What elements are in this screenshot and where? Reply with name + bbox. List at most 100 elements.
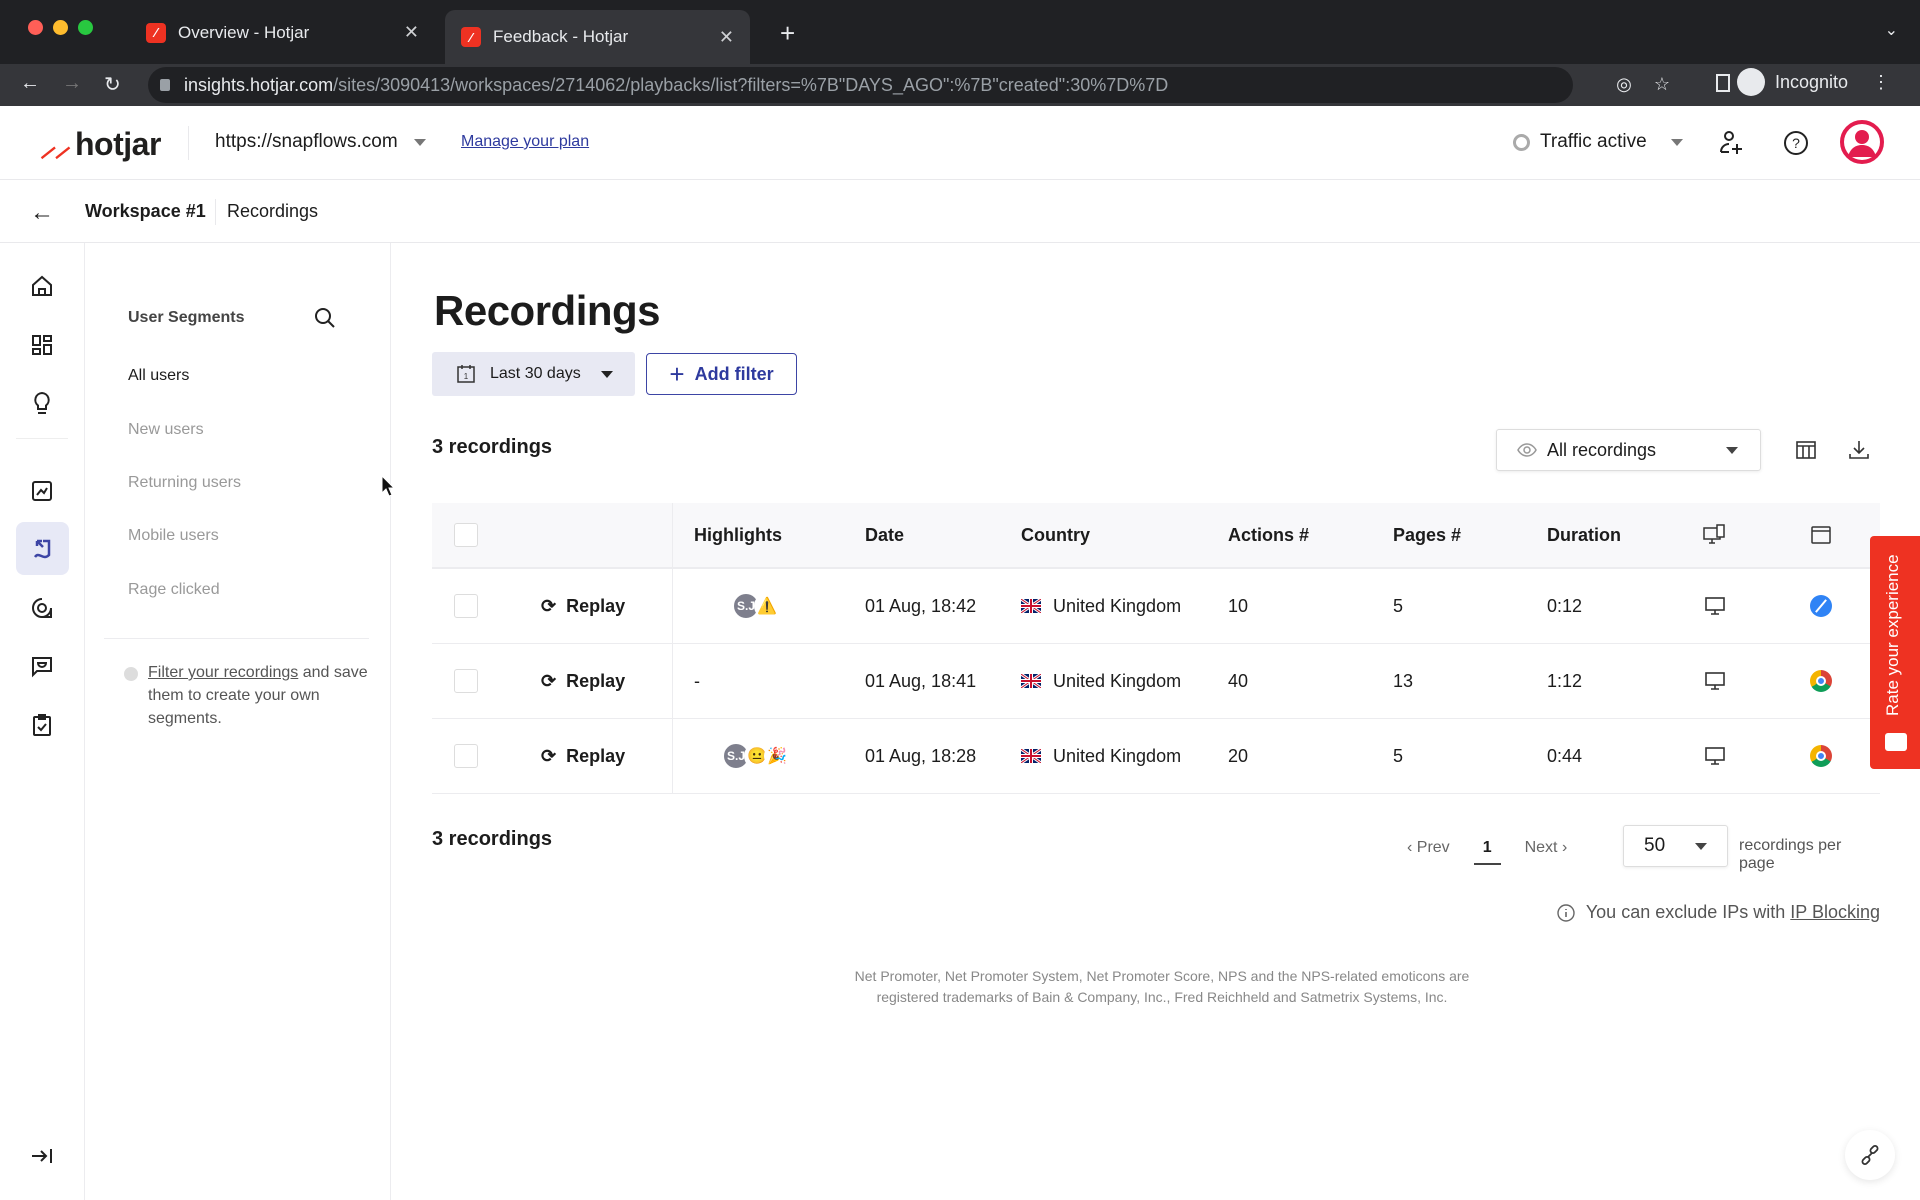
columns-icon[interactable]: [1795, 439, 1817, 461]
feedback-icon[interactable]: [22, 646, 62, 686]
add-filter-button[interactable]: + Add filter: [646, 353, 797, 395]
manage-plan-link[interactable]: Manage your plan: [461, 133, 589, 151]
close-tab-icon[interactable]: ✕: [404, 22, 419, 43]
highlights-cell[interactable]: S.J 😐 🎉: [722, 719, 790, 793]
row-checkbox[interactable]: [454, 569, 478, 643]
column-highlights[interactable]: Highlights: [694, 503, 782, 567]
close-tab-icon[interactable]: ✕: [719, 27, 734, 48]
url-path: /sites/3090413/workspaces/2714062/playba…: [333, 74, 1169, 95]
browser-column-icon[interactable]: [1810, 503, 1832, 567]
browser-tab-overview[interactable]: ⁄ Overview - Hotjar ✕: [130, 10, 435, 55]
browser-tab-feedback[interactable]: ⁄ Feedback - Hotjar ✕: [445, 10, 750, 64]
select-all-checkbox[interactable]: [454, 503, 478, 567]
icon-rail: [0, 243, 85, 1200]
reload-icon[interactable]: ↻: [104, 72, 121, 97]
back-arrow-icon[interactable]: ←: [30, 199, 54, 227]
replay-icon: ⟳: [541, 670, 557, 691]
legal-line-1: Net Promoter, Net Promoter System, Net P…: [854, 968, 1470, 984]
dashboards-icon[interactable]: [22, 325, 62, 365]
site-url: https://snapflows.com: [215, 131, 398, 152]
replay-button[interactable]: ⟳ Replay: [541, 644, 625, 718]
ip-blocking-link[interactable]: IP Blocking: [1790, 902, 1880, 922]
url-field[interactable]: insights.hotjar.com/sites/3090413/worksp…: [148, 67, 1573, 103]
plus-icon: +: [669, 359, 685, 389]
row-actions: 20: [1228, 745, 1249, 766]
recordings-icon[interactable]: [16, 522, 69, 575]
home-icon[interactable]: [22, 266, 62, 306]
column-pages[interactable]: Pages #: [1393, 503, 1461, 567]
table-row[interactable]: ⟳ Replay - 01 Aug, 18:41 United Kingdom 4…: [432, 644, 1880, 719]
country-name: United Kingdom: [1053, 745, 1182, 766]
segment-rage-clicked[interactable]: Rage clicked: [128, 581, 220, 599]
user-avatar[interactable]: [1840, 120, 1884, 164]
site-selector[interactable]: https://snapflows.com: [215, 131, 426, 153]
highlights-icon[interactable]: [22, 383, 62, 423]
hotjar-logo[interactable]: ⸝⸝ hotjar: [40, 124, 161, 165]
replay-button[interactable]: ⟳ Replay: [541, 719, 625, 793]
share-link-button[interactable]: [1845, 1130, 1895, 1180]
download-icon[interactable]: [1848, 439, 1870, 461]
help-icon[interactable]: ?: [1783, 130, 1809, 156]
highlights-cell[interactable]: S.J ⚠️: [732, 569, 780, 643]
new-tab-button[interactable]: +: [780, 18, 795, 49]
table-row[interactable]: ⟳ Replay S.J ⚠️ 01 Aug, 18:42 United King…: [432, 569, 1880, 644]
search-icon[interactable]: [314, 307, 336, 329]
device-column-icon[interactable]: [1703, 503, 1727, 567]
expand-sidebar-icon[interactable]: [30, 1146, 54, 1166]
segment-new-users[interactable]: New users: [128, 421, 204, 439]
date-range-dropdown[interactable]: 1 Last 30 days: [432, 352, 635, 396]
segments-heading: User Segments: [128, 309, 245, 326]
back-icon[interactable]: ←: [20, 72, 40, 95]
row-country: United Kingdom: [1021, 719, 1181, 793]
column-actions[interactable]: Actions #: [1228, 503, 1309, 567]
party-popper-icon: 🎉: [764, 743, 790, 769]
chevron-down-icon: [600, 370, 613, 378]
rate-experience-widget[interactable]: Rate your experience: [1870, 536, 1920, 769]
per-page-dropdown[interactable]: 50: [1623, 825, 1728, 867]
country-name: United Kingdom: [1053, 595, 1182, 616]
row-date: 01 Aug, 18:41: [865, 670, 977, 691]
current-page[interactable]: 1: [1473, 839, 1501, 865]
prev-page-button[interactable]: ‹ Prev: [1407, 839, 1450, 857]
minimize-window-button[interactable]: [53, 20, 68, 35]
next-page-button[interactable]: Next ›: [1525, 839, 1568, 857]
segment-mobile-users[interactable]: Mobile users: [128, 527, 219, 545]
pagination: ‹ Prev 1 Next ›: [1407, 835, 1568, 865]
browser-menu-icon[interactable]: ⋮: [1872, 72, 1890, 93]
invite-user-icon[interactable]: [1718, 130, 1746, 156]
link-icon: [1861, 1145, 1879, 1165]
traffic-status-dropdown[interactable]: Traffic active: [1513, 131, 1683, 153]
filter-recordings-link[interactable]: Filter your recordings: [148, 664, 298, 681]
tab-search-chevron-icon[interactable]: ⌄: [1885, 20, 1898, 40]
profile-button[interactable]: Incognito ⋮: [1736, 68, 1890, 96]
surveys-icon[interactable]: [22, 588, 62, 628]
row-pages: 5: [1393, 745, 1404, 766]
next-label: Next: [1524, 839, 1558, 856]
recordings-view-dropdown[interactable]: All recordings: [1496, 429, 1761, 471]
tasks-icon[interactable]: [22, 705, 62, 745]
maximize-window-button[interactable]: [78, 20, 93, 35]
add-filter-label: Add filter: [694, 363, 774, 384]
table-row[interactable]: ⟳ Replay S.J 😐 🎉 01 Aug, 18:28 United Kin…: [432, 719, 1880, 794]
replay-label: Replay: [566, 595, 626, 616]
column-duration[interactable]: Duration: [1547, 503, 1621, 567]
segment-returning-users[interactable]: Returning users: [128, 474, 241, 492]
segment-all-users[interactable]: All users: [128, 367, 189, 385]
column-country[interactable]: Country: [1021, 503, 1090, 567]
close-window-button[interactable]: [28, 20, 43, 35]
app-header: ⸝⸝ hotjar https://snapflows.com Manage y…: [0, 106, 1920, 180]
chevron-down-icon: [1726, 446, 1738, 454]
replay-button[interactable]: ⟳ Replay: [541, 569, 625, 643]
tracking-off-icon[interactable]: ◎: [1616, 74, 1632, 95]
breadcrumb-workspace[interactable]: Workspace #1: [85, 201, 206, 222]
row-checkbox[interactable]: [454, 644, 478, 718]
mouse-cursor-icon: [381, 475, 395, 497]
column-date[interactable]: Date: [865, 503, 904, 567]
bookmark-star-icon[interactable]: ☆: [1654, 74, 1670, 95]
hotjar-favicon-icon: ⁄: [461, 27, 481, 47]
side-panel-icon[interactable]: [1716, 74, 1730, 92]
row-checkbox[interactable]: [454, 719, 478, 793]
status-ring-icon: [1513, 133, 1530, 151]
forward-icon[interactable]: →: [62, 72, 82, 95]
trends-icon[interactable]: [22, 471, 62, 511]
